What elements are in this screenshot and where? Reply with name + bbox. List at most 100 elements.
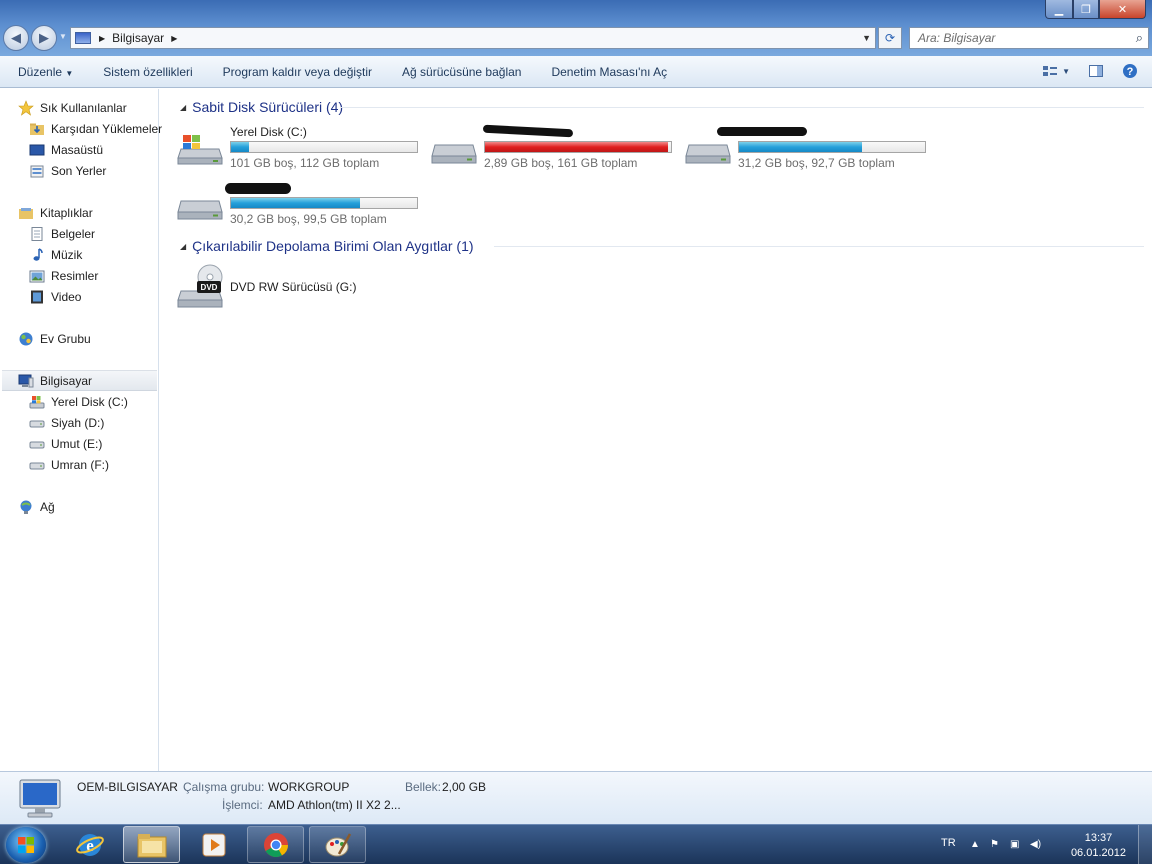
organize-label: Düzenle <box>18 64 63 79</box>
view-dropdown-icon[interactable]: ▼ <box>1062 67 1070 76</box>
usage-bar <box>738 141 926 153</box>
libraries-icon <box>19 207 33 219</box>
forward-button[interactable]: ▶ <box>31 25 57 51</box>
back-button[interactable]: ◀ <box>3 25 29 51</box>
group-divider <box>340 98 1144 116</box>
taskbar-ie-button[interactable]: e <box>61 826 118 863</box>
sidebar-label: Ev Grubu <box>40 331 91 346</box>
start-button[interactable] <box>6 827 46 863</box>
sidebar-label: Masaüstü <box>51 142 104 157</box>
sidebar-label: Umran (F:) <box>51 457 109 472</box>
action-center-flag-icon[interactable]: ⚑ <box>990 839 1002 851</box>
drive-tile-e[interactable]: 31,2 GB boş, 92,7 GB toplam <box>685 125 930 173</box>
map-network-drive-button[interactable]: Ağ sürücüsüne bağlan <box>387 65 536 79</box>
computer-name: OEM-BILGISAYAR <box>77 780 178 794</box>
usage-bar <box>484 141 672 153</box>
tray-arrow-icon[interactable]: ▲ <box>970 839 982 851</box>
organize-button[interactable]: Düzenle ▼ <box>0 65 88 79</box>
desktop-icon <box>29 144 45 155</box>
language-indicator[interactable]: TR <box>941 837 956 849</box>
breadcrumb-computer[interactable]: Bilgisayar <box>112 31 164 45</box>
drive-space-info: 101 GB boş, 112 GB toplam <box>230 156 380 170</box>
sidebar-item-network[interactable]: Ağ <box>18 496 176 517</box>
volume-icon[interactable]: ◀) <box>1030 839 1042 851</box>
hard-drive-icon <box>29 462 45 469</box>
close-button[interactable]: ✕ <box>1099 0 1146 19</box>
organize-arrow-icon: ▼ <box>65 68 74 78</box>
memory-value: 2,00 GB <box>442 780 487 794</box>
folder-icon <box>137 833 166 857</box>
drive-tile-f[interactable]: 30,2 GB boş, 99,5 GB toplam <box>177 181 422 229</box>
sidebar-item-favorites[interactable]: Sık Kullanılanlar <box>18 97 176 118</box>
redacted-scribble <box>717 127 807 136</box>
taskbar-media-player-button[interactable] <box>185 826 242 863</box>
media-player-icon <box>202 833 225 856</box>
clock-time: 13:37 <box>1084 832 1113 844</box>
system-properties-button[interactable]: Sistem özellikleri <box>88 65 207 79</box>
show-desktop-button[interactable] <box>1138 825 1152 864</box>
view-options-icon[interactable] <box>1042 63 1058 79</box>
collapse-arrow-icon[interactable]: ◢ <box>180 242 186 251</box>
open-control-panel-button[interactable]: Denetim Masası'nı Aç <box>536 65 682 79</box>
search-input[interactable]: Ara: Bilgisayar ⌕ <box>909 27 1149 49</box>
usage-bar-fill <box>231 142 250 152</box>
preview-pane-icon[interactable] <box>1088 63 1104 79</box>
drive-tile-c[interactable]: Yerel Disk (C:) 101 GB boş, 112 GB topla… <box>177 125 422 173</box>
recent-places-icon <box>30 165 44 177</box>
help-icon[interactable]: ? <box>1122 63 1138 79</box>
dvd-drive-tile[interactable]: DVD DVD RW Sürücüsü (G:) <box>177 263 397 311</box>
sidebar-label: Müzik <box>51 247 83 262</box>
music-note-icon <box>33 247 43 261</box>
svg-text:?: ? <box>1127 66 1134 78</box>
usage-bar-fill <box>231 198 361 208</box>
address-dropdown-icon[interactable]: ▼ <box>862 33 871 43</box>
sidebar-label: Siyah (D:) <box>51 415 105 430</box>
command-bar: Düzenle ▼ Sistem özellikleri Program kal… <box>0 56 1152 88</box>
restore-button[interactable]: ❐ <box>1073 0 1099 19</box>
clock[interactable]: 13:37 06.01.2012 <box>1071 831 1126 861</box>
paint-icon <box>325 832 351 856</box>
sidebar-label: Yerel Disk (C:) <box>51 394 128 409</box>
uninstall-program-button[interactable]: Program kaldır veya değiştir <box>208 65 387 79</box>
taskbar-chrome-button[interactable] <box>247 826 304 863</box>
sidebar-label: Umut (E:) <box>51 436 103 451</box>
windows-logo-icon <box>18 837 34 853</box>
sidebar-item-libraries[interactable]: Kitaplıklar <box>18 202 176 223</box>
taskbar-paint-button[interactable] <box>309 826 366 863</box>
workgroup-label: Çalışma grubu: <box>183 780 265 794</box>
sidebar-label: Sık Kullanılanlar <box>40 100 127 115</box>
usage-bar <box>230 141 418 153</box>
collapse-arrow-icon[interactable]: ◢ <box>180 103 186 112</box>
drive-space-info: 30,2 GB boş, 99,5 GB toplam <box>230 212 387 226</box>
sidebar-label: Resimler <box>51 268 99 283</box>
breadcrumb-arrow-icon[interactable]: ▶ <box>171 34 177 43</box>
drive-space-info: 2,89 GB boş, 161 GB toplam <box>484 156 638 170</box>
hdd-group-header[interactable]: ◢ Sabit Disk Sürücüleri (4) <box>180 98 343 116</box>
taskbar-explorer-button[interactable] <box>123 826 180 863</box>
drive-tile-d[interactable]: 2,89 GB boş, 161 GB toplam <box>431 124 676 173</box>
minimize-button[interactable]: ▁ <box>1045 0 1073 19</box>
removable-group-header[interactable]: ◢ Çıkarılabilir Depolama Birimi Olan Ayg… <box>180 237 474 255</box>
search-icon[interactable]: ⌕ <box>1136 30 1143 46</box>
back-arrow-icon: ◀ <box>11 30 21 45</box>
sidebar-item-homegroup[interactable]: Ev Grubu <box>18 328 176 349</box>
sidebar-label: Son Yerler <box>51 163 107 178</box>
sidebar-item-computer[interactable]: Bilgisayar <box>2 370 157 391</box>
downloads-folder-icon <box>30 123 44 135</box>
redacted-scribble <box>225 183 291 194</box>
hard-drive-icon <box>29 420 45 427</box>
title-bar: ▁ ❐ ✕ ◀ ▶ ▼ ▶ Bilgisayar ▶ ▼ ⟳ Ara: Bilg… <box>0 0 1152 56</box>
refresh-button[interactable]: ⟳ <box>878 27 902 49</box>
sidebar-label: Bilgisayar <box>40 373 93 388</box>
sidebar-label: Karşıdan Yüklemeler <box>51 121 163 136</box>
computer-icon <box>75 32 91 44</box>
sidebar-label: Video <box>51 289 82 304</box>
recent-pages-dropdown[interactable]: ▼ <box>59 32 67 41</box>
star-icon <box>18 99 34 116</box>
computer-icon <box>18 374 34 387</box>
address-bar[interactable]: ▶ Bilgisayar ▶ ▼ <box>70 27 876 49</box>
hard-drive-icon <box>177 200 223 220</box>
breadcrumb-arrow-icon[interactable]: ▶ <box>99 34 105 43</box>
network-status-icon[interactable]: ▣ <box>1010 839 1022 851</box>
cpu-value: AMD Athlon(tm) II X2 2... <box>268 798 401 812</box>
